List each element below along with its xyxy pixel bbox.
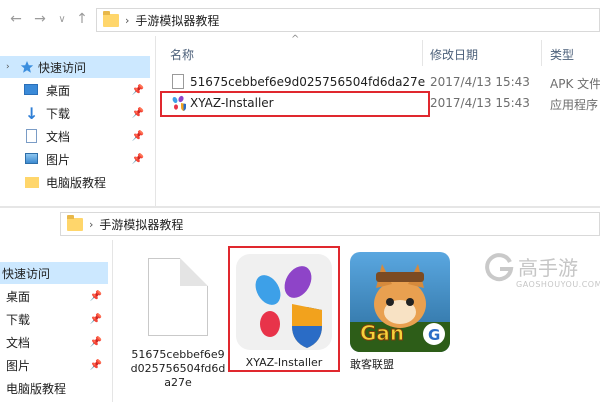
file-row-apk[interactable]: 51675cebbef6e9d025756504fd6da27e 2017/4/… [160, 72, 600, 92]
expand-chevron-icon[interactable]: › [6, 62, 10, 72]
pin-icon[interactable]: 📌 [132, 154, 144, 165]
up-arrow-icon[interactable]: ↑ [72, 9, 92, 29]
svg-text:G: G [428, 326, 440, 344]
folder-icon [67, 214, 83, 231]
chevron-down-icon[interactable]: ∨ [52, 9, 72, 29]
sidebar-item-documents[interactable]: 文档 📌 [0, 125, 150, 147]
sidebar-item-label: 桌面 [46, 83, 71, 98]
sidebar-item-label: 快速访问 [2, 266, 51, 281]
pin-icon[interactable]: 📌 [132, 85, 144, 96]
brand-logo-icon [485, 253, 514, 282]
blank-file-icon [148, 258, 208, 336]
column-header-name[interactable]: 名称 [170, 46, 194, 63]
pin-icon[interactable]: 📌 [90, 314, 102, 325]
sidebar-item-label: 文档 [46, 129, 71, 144]
page-fold [180, 258, 208, 286]
breadcrumb-path: 手游模拟器教程 [135, 13, 220, 28]
explorer-details-window: ← → ∨ ↑ › 手游模拟器教程 › 快速访问 桌面 📌 ↓ 下载 📌 文档 … [0, 0, 600, 206]
navigation-pane: 快速访问 桌面 📌 下载 📌 文档 📌 图片 📌 电脑版教程 [0, 240, 110, 400]
picture-icon [25, 153, 38, 164]
highlight-box [160, 91, 430, 117]
forward-arrow-icon[interactable]: → [30, 9, 50, 29]
pin-icon[interactable]: 📌 [90, 337, 102, 348]
file-name: 51675cebbef6e9d025756504fd6da27e [190, 75, 426, 89]
watermark-brand: 高手游 [518, 256, 578, 280]
breadcrumb-path: 手游模拟器教程 [99, 217, 184, 232]
watermark-url: GAOSHOUYOU.COM [516, 280, 600, 289]
address-bar[interactable]: › 手游模拟器教程 [96, 8, 600, 32]
pin-icon[interactable]: 📌 [132, 131, 144, 142]
file-icon [172, 74, 184, 89]
document-icon [26, 129, 37, 143]
sidebar-item-pictures[interactable]: 图片 📌 [0, 148, 150, 170]
sidebar-item-downloads[interactable]: ↓ 下载 📌 [0, 102, 150, 124]
sidebar-item-quick-access[interactable]: 快速访问 [0, 262, 108, 284]
sidebar-item-label: 下载 [6, 312, 31, 327]
desktop-icon [24, 84, 38, 95]
column-divider[interactable] [541, 40, 542, 66]
sidebar-item-pictures[interactable]: 图片 📌 [0, 354, 108, 376]
file-date: 2017/4/13 15:43 [430, 75, 530, 89]
navigation-pane: › 快速访问 桌面 📌 ↓ 下载 📌 文档 📌 图片 📌 电脑版教程 [0, 34, 150, 206]
file-tile-game[interactable]: Gan G 敢客联盟 [350, 252, 450, 372]
highlight-box [228, 246, 340, 372]
folder-icon [25, 177, 39, 188]
sidebar-item-label: 电脑版教程 [46, 175, 107, 190]
tile-label: 敢客联盟 [350, 358, 394, 371]
game-app-icon: Gan G [350, 252, 450, 352]
svg-text:Gan: Gan [360, 321, 404, 345]
file-tile-apk[interactable]: 51675cebbef6e9d025756504fd6da27e [128, 248, 228, 398]
column-header-date[interactable]: 修改日期 [430, 46, 478, 63]
folder-icon [103, 10, 119, 27]
sidebar-item-label: 电脑版教程 [6, 381, 67, 396]
sidebar-item-label: 图片 [46, 152, 71, 167]
sidebar-item-label: 下载 [46, 106, 71, 121]
download-icon: ↓ [25, 104, 39, 123]
sidebar-item-pc-tutorials[interactable]: 电脑版教程 [0, 171, 150, 193]
column-header-type[interactable]: 类型 [550, 46, 574, 63]
breadcrumb-chevron-icon: › [89, 217, 94, 231]
watermark-logo: 高手游 GAOSHOUYOU.COM [484, 248, 600, 298]
pin-icon[interactable]: 📌 [90, 291, 102, 302]
sidebar-item-pc-tutorials[interactable]: 电脑版教程 [0, 377, 108, 399]
sidebar-item-label: 文档 [6, 335, 31, 350]
sidebar-item-label: 桌面 [6, 289, 31, 304]
pin-icon[interactable]: 📌 [132, 108, 144, 119]
pin-icon[interactable]: 📌 [90, 360, 102, 371]
sidebar-item-desktop[interactable]: 桌面 📌 [0, 79, 150, 101]
sidebar-item-quick-access[interactable]: › 快速访问 [0, 56, 150, 78]
sidebar-item-desktop[interactable]: 桌面 📌 [0, 285, 108, 307]
pane-divider [112, 240, 113, 402]
sidebar-item-label: 快速访问 [38, 60, 87, 75]
address-bar[interactable]: › 手游模拟器教程 [60, 212, 600, 236]
file-date: 2017/4/13 15:43 [430, 96, 530, 110]
star-icon [20, 60, 34, 74]
back-arrow-icon[interactable]: ← [6, 9, 26, 29]
sidebar-item-downloads[interactable]: 下载 📌 [0, 308, 108, 330]
sidebar-item-documents[interactable]: 文档 📌 [0, 331, 108, 353]
file-type: APK 文件 [550, 77, 600, 91]
tile-label: 51675cebbef6e9d025756504fd6da27e [130, 348, 226, 389]
sort-caret-icon: ^ [291, 34, 300, 45]
file-type: 应用程序 [550, 98, 599, 112]
explorer-icons-window: › 手游模拟器教程 快速访问 桌面 📌 下载 📌 文档 📌 图片 📌 电脑版教程 [0, 206, 600, 402]
address-bar-row: ← → ∨ ↑ › 手游模拟器教程 [0, 4, 600, 34]
breadcrumb-chevron-icon: › [125, 13, 130, 27]
column-divider[interactable] [422, 40, 423, 66]
pane-divider [155, 36, 156, 206]
sidebar-item-label: 图片 [6, 358, 31, 373]
